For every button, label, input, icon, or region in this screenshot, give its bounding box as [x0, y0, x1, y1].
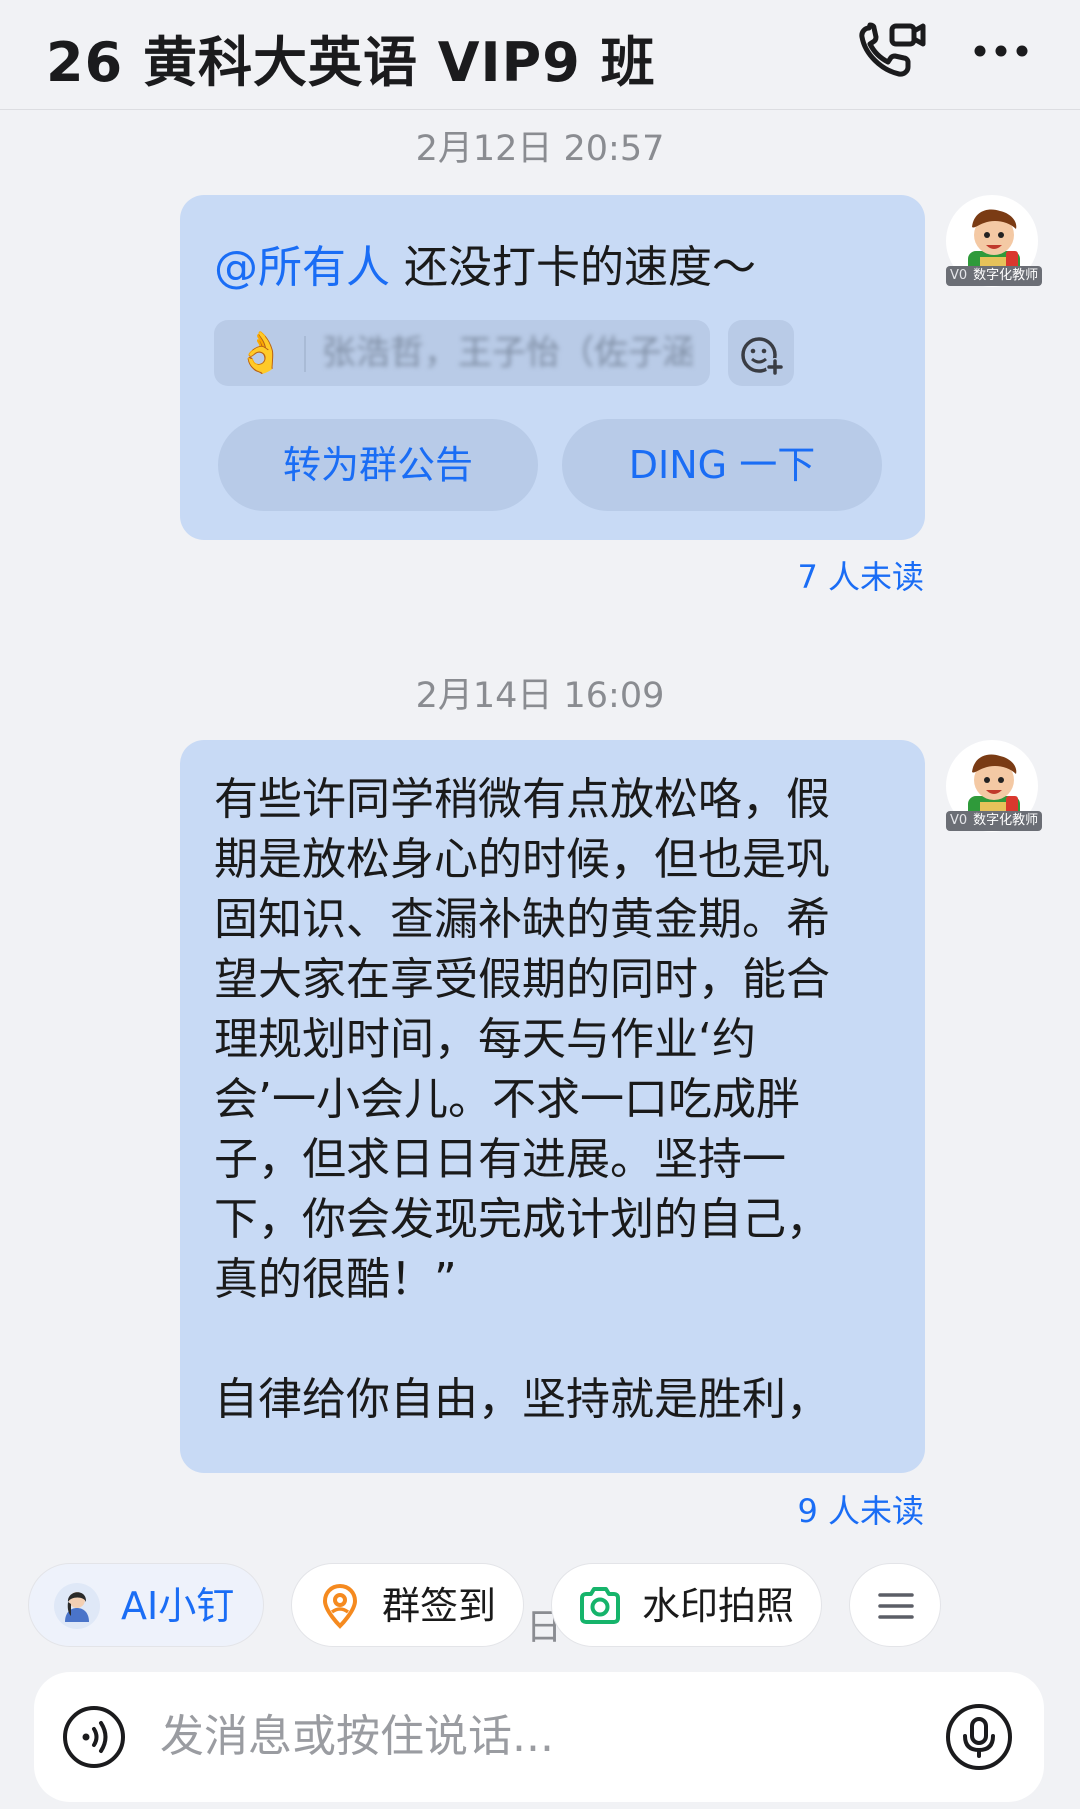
- message-bubble[interactable]: @所有人 还没打卡的速度～ 👌 张浩哲，王子怡（佐子涵） 转为群公告 DING: [180, 195, 925, 540]
- quick-action-label: AI小钉: [121, 1584, 235, 1628]
- message-input[interactable]: 发消息或按住说话...: [160, 1672, 554, 1802]
- ai-assistant-avatar-icon: [53, 1582, 101, 1630]
- unread-count[interactable]: 7 人未读: [797, 552, 924, 598]
- chat-header: 26 黄科大英语 VIP9 班: [0, 0, 1080, 110]
- message-text: 有些许同学稍微有点放松咯，假 期是放松身心的时候，但也是巩 固知识、查漏补缺的黄…: [214, 774, 830, 1425]
- add-reaction-icon[interactable]: [728, 320, 794, 386]
- video-call-icon[interactable]: [855, 18, 927, 84]
- location-pin-icon: [316, 1582, 364, 1630]
- message-input-bar[interactable]: 发消息或按住说话...: [34, 1672, 1044, 1802]
- divider: [304, 336, 306, 372]
- menu-icon: [872, 1582, 920, 1630]
- ai-assistant-button[interactable]: AI小钉: [28, 1563, 264, 1647]
- more-icon[interactable]: [968, 18, 1040, 84]
- reaction-users: 张浩哲，王子怡（佐子涵）: [322, 333, 692, 373]
- reaction-pill[interactable]: 👌 张浩哲，王子怡（佐子涵）: [214, 320, 710, 386]
- voice-mode-icon[interactable]: [62, 1705, 126, 1769]
- group-title: 26 黄科大英语 VIP9 班: [46, 31, 656, 94]
- group-checkin-button[interactable]: 群签到: [291, 1563, 524, 1647]
- ok-hand-emoji: 👌: [236, 330, 286, 376]
- watermark-photo-button[interactable]: 水印拍照: [551, 1563, 822, 1647]
- convert-to-announcement-button[interactable]: 转为群公告: [218, 419, 538, 511]
- avatar-badge: V0 数字化教师: [946, 266, 1042, 286]
- chat-screen: 26 黄科大英语 VIP9 班 2月12日 20:57 V0 数字化教师 @所有…: [0, 0, 1080, 1809]
- unread-count[interactable]: 9 人未读: [797, 1486, 924, 1532]
- microphone-icon[interactable]: [944, 1702, 1014, 1772]
- message-timestamp: 2月14日 16:09: [415, 676, 665, 716]
- reaction-row: 👌 张浩哲，王子怡（佐子涵）: [214, 320, 894, 388]
- message-timestamp: 2月12日 20:57: [415, 129, 665, 169]
- more-actions-button[interactable]: [849, 1563, 941, 1647]
- camera-icon: [576, 1582, 624, 1630]
- quick-action-label: 群签到: [382, 1584, 497, 1628]
- mention-all[interactable]: @所有人: [214, 242, 390, 293]
- message-text: @所有人 还没打卡的速度～: [214, 242, 756, 293]
- ding-button[interactable]: DING 一下: [562, 419, 882, 511]
- message-bubble[interactable]: 有些许同学稍微有点放松咯，假 期是放松身心的时候，但也是巩 固知识、查漏补缺的黄…: [180, 740, 925, 1473]
- quick-action-label: 水印拍照: [642, 1584, 795, 1628]
- avatar-badge: V0 数字化教师: [946, 811, 1042, 831]
